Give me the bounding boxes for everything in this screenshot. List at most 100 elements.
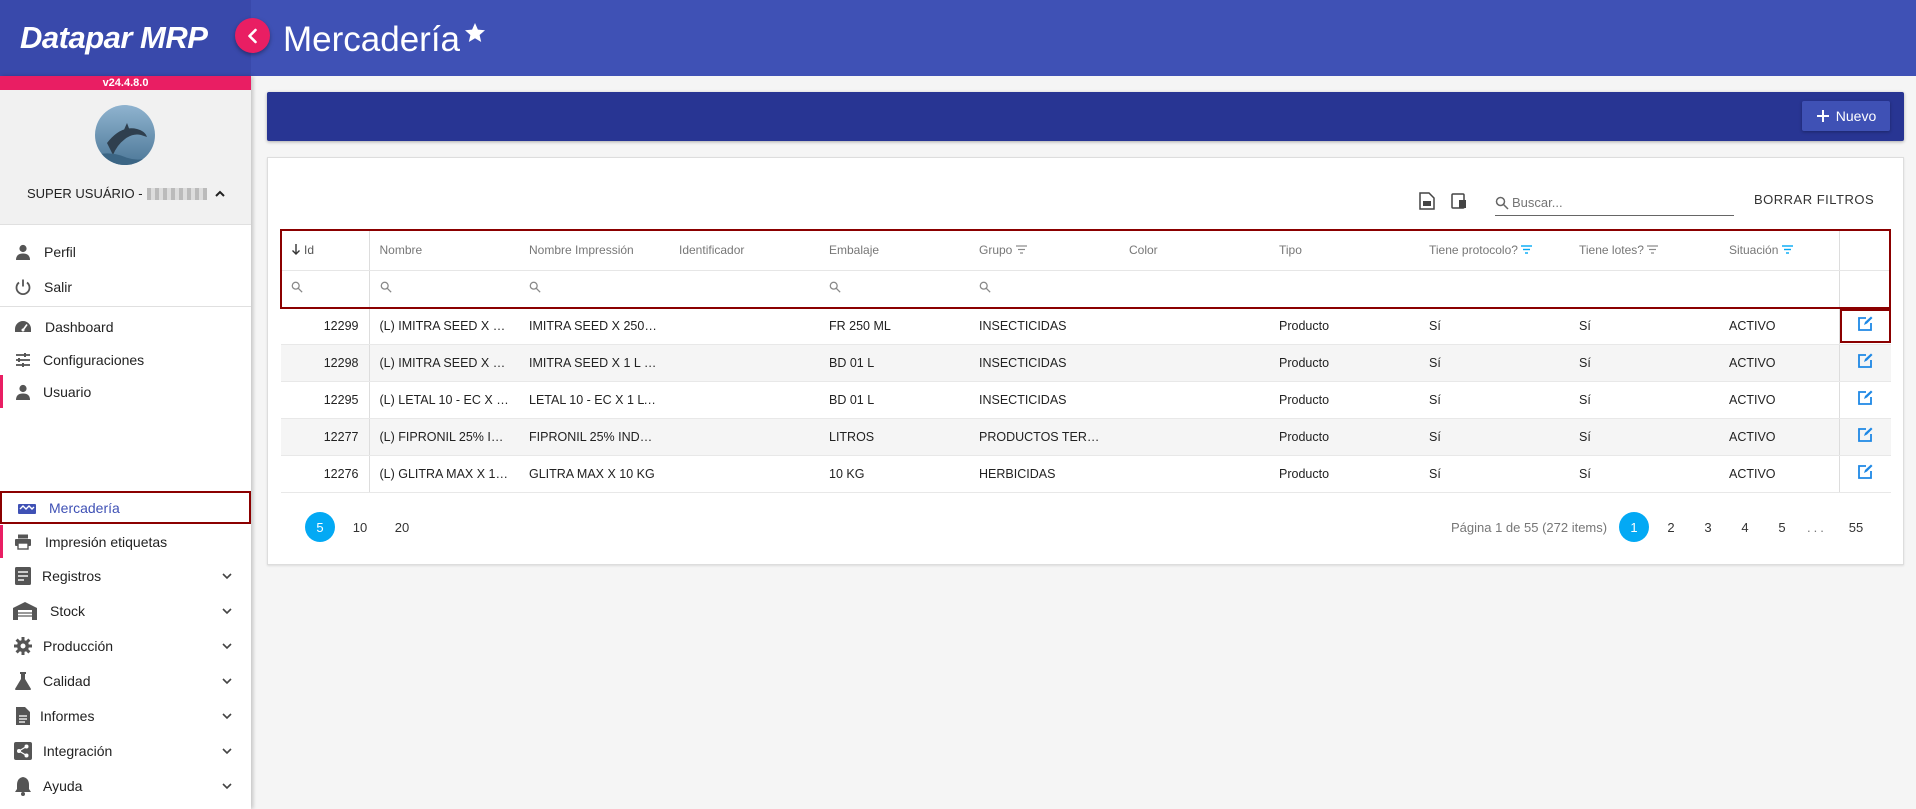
sidebar-item-label: Informes: [40, 707, 95, 724]
table-row[interactable]: 12299 (L) IMITRA SEED X 250 ML IMITRA SE…: [281, 307, 1891, 345]
sidebar-item-label: Salir: [44, 278, 73, 295]
profile-panel: SUPER USUÁRIO -: [0, 90, 251, 225]
sidebar-item-configuraciones[interactable]: Configuraciones: [0, 343, 251, 376]
clear-filters-button[interactable]: BORRAR FILTROS: [1754, 192, 1874, 207]
search-icon: [979, 281, 991, 293]
filter-active-icon[interactable]: [1521, 245, 1533, 254]
sidebar-item-integracion[interactable]: Integración: [0, 734, 251, 767]
page-2[interactable]: 2: [1656, 512, 1686, 542]
flask-icon: [12, 670, 34, 692]
page-4[interactable]: 4: [1730, 512, 1760, 542]
filter-cell-identificador: [669, 270, 819, 308]
sidebar-item-dashboard[interactable]: Dashboard: [0, 310, 251, 343]
edit-icon: [1858, 353, 1873, 368]
grid-search[interactable]: [1495, 190, 1734, 216]
column-header-situacion[interactable]: Situación: [1719, 230, 1840, 271]
column-header-embalaje[interactable]: Embalaje: [819, 230, 969, 271]
collapse-sidebar-button[interactable]: [235, 18, 270, 53]
printer-icon: [12, 531, 34, 553]
filter-cell-nombre-impresion[interactable]: [519, 270, 669, 308]
sidebar-item-mercaderia[interactable]: Mercadería: [0, 491, 251, 524]
edit-button[interactable]: [1839, 344, 1891, 382]
filter-icon[interactable]: [1015, 245, 1027, 254]
active-indicator: [0, 525, 3, 558]
edit-button[interactable]: [1839, 307, 1891, 345]
sidebar-item-produccion[interactable]: Producción: [0, 629, 251, 662]
column-header-id[interactable]: Id: [281, 230, 370, 271]
column-header-identificador[interactable]: Identificador: [669, 230, 819, 271]
sidebar-item-impresion-etiquetas[interactable]: Impresión etiquetas: [0, 525, 251, 558]
toolbar: Nuevo: [267, 92, 1904, 141]
filter-cell-embalaje[interactable]: [819, 270, 969, 308]
sidebar-item-registros[interactable]: Registros: [0, 559, 251, 592]
page-last[interactable]: 55: [1841, 512, 1871, 542]
filter-row: [281, 270, 1891, 308]
filter-icon[interactable]: [1647, 245, 1659, 254]
sidebar-item-usuario[interactable]: Usuario: [0, 375, 251, 408]
column-chooser-icon[interactable]: [1451, 193, 1467, 209]
edit-button[interactable]: [1839, 418, 1891, 456]
favorite-star-icon[interactable]: [463, 21, 487, 45]
column-header-nombre-impresion[interactable]: Nombre Impressión: [519, 230, 669, 271]
filter-cell-grupo[interactable]: [969, 270, 1119, 308]
sidebar-item-perfil[interactable]: Perfil: [0, 235, 251, 268]
sliders-icon: [12, 349, 34, 371]
column-header-color[interactable]: Color: [1119, 230, 1269, 271]
dashboard-icon: [12, 316, 34, 338]
page-5[interactable]: 5: [1767, 512, 1797, 542]
data-grid-card: BORRAR FILTROS Id Nombre Nombre Impressi…: [267, 157, 1904, 565]
page-3[interactable]: 3: [1693, 512, 1723, 542]
sidebar-item-ayuda[interactable]: Ayuda: [0, 769, 251, 802]
chevron-down-icon: [222, 607, 232, 614]
new-button-label: Nuevo: [1835, 108, 1877, 124]
sidebar-item-label: Stock: [50, 602, 86, 619]
table-row[interactable]: 12277 (L) FIPRONIL 25% INDUSTRIAL FIPRON…: [281, 418, 1891, 456]
page-info: Página 1 de 55 (272 items): [1451, 520, 1608, 535]
page-1[interactable]: 1: [1619, 512, 1649, 542]
search-icon: [380, 281, 392, 293]
sidebar-item-salir[interactable]: Salir: [0, 270, 251, 303]
sidebar-item-stock[interactable]: Stock: [0, 594, 251, 627]
filter-cell-nombre[interactable]: [369, 270, 519, 308]
search-icon: [291, 281, 303, 293]
sidebar-item-label: Ayuda: [43, 777, 83, 794]
table-row[interactable]: 12295 (L) LETAL 10 - EC X 1 LT LETAL 10 …: [281, 381, 1891, 419]
filter-cell-id[interactable]: [281, 270, 370, 308]
power-icon: [12, 276, 34, 298]
page-size-20[interactable]: 20: [387, 512, 417, 542]
sidebar-item-label: Registros: [42, 567, 102, 584]
search-input[interactable]: [1512, 195, 1712, 210]
chevron-down-icon: [222, 712, 232, 719]
gear-icon: [12, 635, 34, 657]
sidebar-item-label: Perfil: [44, 243, 76, 260]
bell-icon: [12, 775, 34, 797]
sidebar-item-informes[interactable]: Informes: [0, 699, 251, 732]
new-button[interactable]: Nuevo: [1802, 101, 1890, 131]
brand-logo: Datapar MRP: [20, 20, 208, 55]
user-menu-toggle[interactable]: SUPER USUÁRIO -: [27, 186, 227, 201]
column-header-tiene-protocolo[interactable]: Tiene protocolo?: [1419, 230, 1569, 271]
divider: [0, 306, 251, 307]
edit-icon: [1858, 464, 1873, 479]
table-row[interactable]: 12276 (L) GLITRA MAX X 10 KG GLITRA MAX …: [281, 455, 1891, 493]
edit-icon: [1858, 390, 1873, 405]
filter-active-icon[interactable]: [1781, 245, 1793, 254]
column-header-nombre[interactable]: Nombre: [369, 230, 519, 271]
sidebar-item-label: Usuario: [43, 383, 92, 400]
sidebar-item-calidad[interactable]: Calidad: [0, 664, 251, 697]
export-excel-icon[interactable]: [1419, 192, 1435, 210]
edit-icon: [1858, 316, 1873, 331]
page-ellipsis: ...: [1807, 520, 1827, 535]
table-row[interactable]: 12298 (L) IMITRA SEED X 1 L IMITRA SEED …: [281, 344, 1891, 382]
page-size-5[interactable]: 5: [305, 512, 335, 542]
column-header-tiene-lotes[interactable]: Tiene lotes?: [1569, 230, 1719, 271]
edit-button[interactable]: [1839, 381, 1891, 419]
chevron-down-icon: [222, 642, 232, 649]
column-header-grupo[interactable]: Grupo: [969, 230, 1119, 271]
column-header-tipo[interactable]: Tipo: [1269, 230, 1419, 271]
sidebar: v24.4.8.0 SUPER USUÁRIO - Perfil Salir D…: [0, 76, 251, 809]
page-size-10[interactable]: 10: [345, 512, 375, 542]
edit-button[interactable]: [1839, 455, 1891, 493]
search-icon: [529, 281, 541, 293]
register-icon: [12, 565, 34, 587]
